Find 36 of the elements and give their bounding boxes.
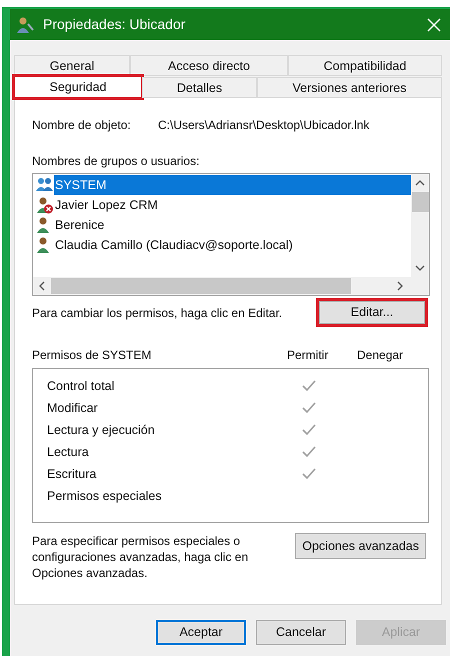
dialog-button[interactable]: Cancelar bbox=[256, 620, 346, 645]
edit-hint: Para cambiar los permisos, haga clic en Editar. bbox=[32, 304, 284, 322]
advanced-hint: Para especificar permisos especiales o configuraciones avanzadas, haga clic en Opciones avanzadas. bbox=[32, 533, 250, 581]
user-row[interactable]: Claudia Camillo (Claudiacv@soporte.local) bbox=[36, 235, 411, 255]
horizontal-scrollbar[interactable] bbox=[33, 277, 429, 295]
tab[interactable]: Compatibilidad bbox=[288, 55, 442, 76]
user-row[interactable]: Berenice bbox=[36, 215, 411, 235]
tab[interactable]: Detalles bbox=[142, 77, 257, 98]
permission-name: Escritura bbox=[47, 466, 98, 483]
vertical-scrollbar[interactable] bbox=[411, 174, 429, 277]
tab[interactable]: Versiones anteriores bbox=[257, 77, 442, 98]
column-header: Permitir bbox=[287, 347, 330, 364]
users-label: Nombres de grupos o usuarios: bbox=[32, 153, 200, 170]
column-header: Denegar bbox=[357, 347, 404, 364]
window-title: Propiedades: Ubicador bbox=[43, 15, 186, 34]
permission-name: Control total bbox=[47, 378, 116, 395]
close-button[interactable] bbox=[426, 16, 442, 32]
dialog-button[interactable]: Aceptar bbox=[156, 620, 246, 645]
keys-user-icon bbox=[16, 16, 34, 34]
edit-button[interactable]: Editar... bbox=[319, 301, 425, 324]
permission-name: Permisos especiales bbox=[47, 488, 163, 505]
tab[interactable]: Acceso directo bbox=[130, 55, 288, 76]
object-name-value: C:\Users\Adriansr\Desktop\Ubicador.lnk bbox=[158, 117, 370, 134]
user-error-icon bbox=[36, 196, 54, 214]
advanced-options-button[interactable]: Opciones avanzadas bbox=[295, 533, 426, 559]
scrollbar-thumb[interactable] bbox=[51, 278, 351, 294]
scrollbar-thumb[interactable] bbox=[412, 192, 428, 212]
permission-name: Lectura bbox=[47, 444, 90, 461]
tab[interactable]: General bbox=[14, 55, 130, 76]
permissions-title: Permisos de SYSTEM bbox=[32, 347, 152, 364]
permission-name: Lectura y ejecución bbox=[47, 422, 156, 439]
user-row[interactable]: Javier Lopez CRM bbox=[36, 195, 411, 215]
users-icon bbox=[36, 177, 54, 193]
permission-name: Modificar bbox=[47, 400, 99, 417]
object-name-label: Nombre de objeto: bbox=[32, 117, 132, 134]
tab[interactable]: Seguridad bbox=[14, 76, 142, 98]
